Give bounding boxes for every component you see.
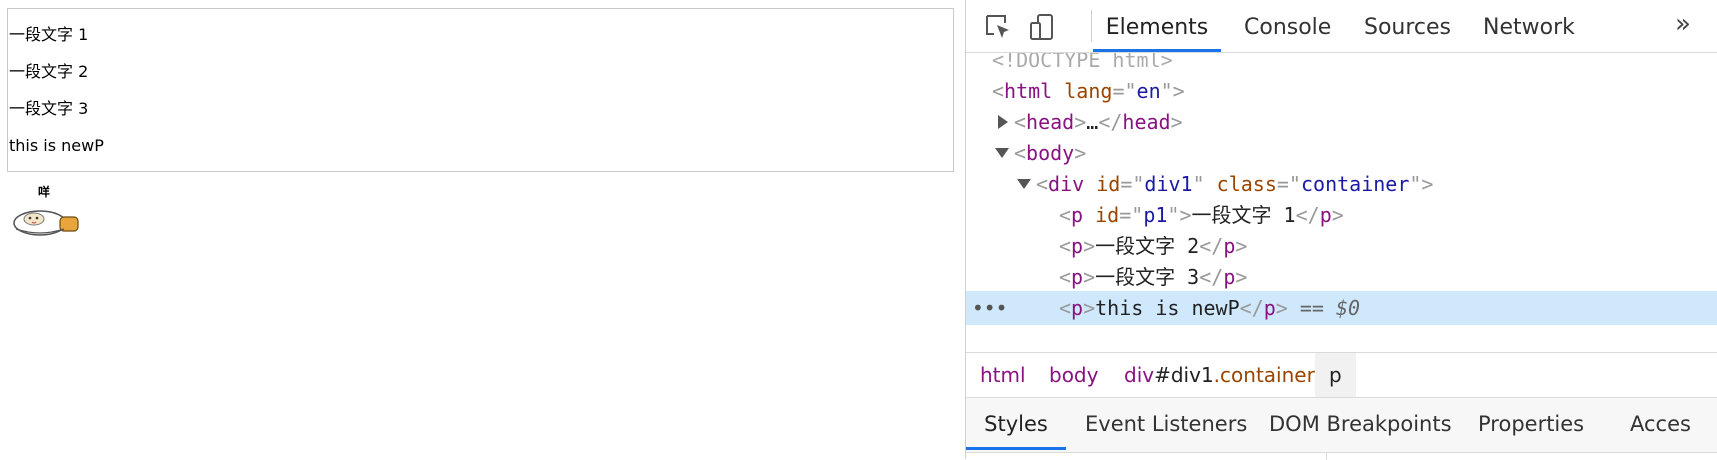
body-tag: body bbox=[1026, 141, 1075, 165]
selected-marker: == $0 bbox=[1299, 296, 1361, 320]
tab-properties[interactable]: Properties bbox=[1478, 398, 1584, 450]
p-tag: p bbox=[1071, 296, 1084, 320]
expand-triangle-icon[interactable] bbox=[998, 115, 1008, 129]
p-tag: p bbox=[1071, 265, 1084, 289]
div-id-attr: id bbox=[1096, 172, 1121, 196]
tree-html[interactable]: <html lang="en"> bbox=[966, 74, 1717, 108]
p1-id-attr: id bbox=[1095, 203, 1120, 227]
tab-dom-breakpoints[interactable]: DOM Breakpoints bbox=[1269, 398, 1452, 450]
tree-p-new-selected[interactable]: ••• <p>this is newP</p> == $0 bbox=[966, 291, 1717, 325]
more-tabs-chevron-icon[interactable]: » bbox=[1675, 9, 1691, 39]
tree-head[interactable]: <head>…</head> bbox=[966, 105, 1717, 139]
breadcrumb: html body div#div1.container p bbox=[966, 352, 1717, 398]
paragraph-3: 一段文字 3 bbox=[9, 99, 89, 118]
paragraph-new: this is newP bbox=[9, 136, 104, 155]
p-tag: p bbox=[1071, 234, 1084, 258]
tab-styles[interactable]: Styles bbox=[966, 398, 1066, 450]
tab-network[interactable]: Network bbox=[1483, 0, 1575, 52]
head-ellipsis[interactable]: … bbox=[1086, 110, 1098, 134]
p1-id-value: p1 bbox=[1143, 203, 1168, 227]
page-viewport: 一段文字 1 一段文字 2 一段文字 3 this is newP 咩 bbox=[0, 0, 965, 459]
paragraph-1: 一段文字 1 bbox=[9, 25, 89, 44]
collapse-triangle-icon[interactable] bbox=[1017, 179, 1031, 189]
tree-div[interactable]: <div id="div1" class="container"> bbox=[966, 167, 1717, 201]
html-lang-attr: lang bbox=[1064, 79, 1113, 103]
div-class-value: container bbox=[1300, 172, 1410, 196]
row-actions-dots-icon[interactable]: ••• bbox=[972, 291, 1007, 325]
p-close-tag: p bbox=[1223, 234, 1236, 258]
breadcrumb-div-id: #div1 bbox=[1154, 363, 1214, 387]
tab-sources[interactable]: Sources bbox=[1364, 0, 1451, 52]
paragraph-2: 一段文字 2 bbox=[9, 62, 89, 81]
tree-p3[interactable]: <p>一段文字 3</p> bbox=[966, 260, 1717, 294]
tab-console[interactable]: Console bbox=[1244, 0, 1331, 52]
tree-p2[interactable]: <p>一段文字 2</p> bbox=[966, 229, 1717, 263]
breadcrumb-html[interactable]: html bbox=[980, 353, 1026, 397]
cartoon-sheep-image: 咩 bbox=[10, 183, 82, 239]
breadcrumb-body[interactable]: body bbox=[1049, 353, 1098, 397]
pnew-text: this is newP bbox=[1095, 296, 1240, 320]
tree-body[interactable]: <body> bbox=[966, 136, 1717, 170]
div-id-value: div1 bbox=[1144, 172, 1193, 196]
breadcrumb-p[interactable]: p bbox=[1315, 353, 1356, 397]
p-close-tag: p bbox=[1319, 203, 1332, 227]
breadcrumb-div[interactable]: div#div1.container bbox=[1124, 353, 1315, 397]
head-close-tag: head bbox=[1122, 110, 1171, 134]
tab-accessibility[interactable]: Acces bbox=[1630, 398, 1691, 450]
div1-container: 一段文字 1 一段文字 2 一段文字 3 this is newP bbox=[7, 8, 954, 172]
html-tag: html bbox=[1004, 79, 1053, 103]
p-tag: p bbox=[1071, 203, 1084, 227]
device-toolbar-icon[interactable] bbox=[1028, 13, 1058, 41]
head-tag: head bbox=[1026, 110, 1075, 134]
devtools-panel: Elements Console Sources Network » <!DOC… bbox=[965, 0, 1717, 460]
devtools-toolbar: Elements Console Sources Network » bbox=[966, 0, 1717, 53]
tab-elements[interactable]: Elements bbox=[1093, 0, 1221, 52]
sidebar-tabs: Styles Event Listeners DOM Breakpoints P… bbox=[966, 398, 1717, 460]
elements-tree: <!DOCTYPE html> <html lang="en"> <head>…… bbox=[966, 53, 1717, 352]
tab-event-listeners[interactable]: Event Listeners bbox=[1085, 398, 1247, 450]
p3-text: 一段文字 3 bbox=[1095, 265, 1200, 289]
p2-text: 一段文字 2 bbox=[1095, 234, 1200, 258]
tree-p1[interactable]: <p id="p1">一段文字 1</p> bbox=[966, 198, 1717, 232]
p-close-tag: p bbox=[1223, 265, 1236, 289]
collapse-triangle-icon[interactable] bbox=[995, 148, 1009, 158]
p1-text: 一段文字 1 bbox=[1191, 203, 1296, 227]
breadcrumb-div-tag: div bbox=[1124, 363, 1155, 387]
div-class-attr: class bbox=[1216, 172, 1277, 196]
breadcrumb-div-class: .container bbox=[1213, 363, 1315, 387]
html-lang-value: en bbox=[1136, 79, 1161, 103]
inspect-element-icon[interactable] bbox=[984, 13, 1014, 41]
div-tag: div bbox=[1048, 172, 1085, 196]
toolbar-divider bbox=[1091, 10, 1092, 42]
p-close-tag: p bbox=[1263, 296, 1276, 320]
